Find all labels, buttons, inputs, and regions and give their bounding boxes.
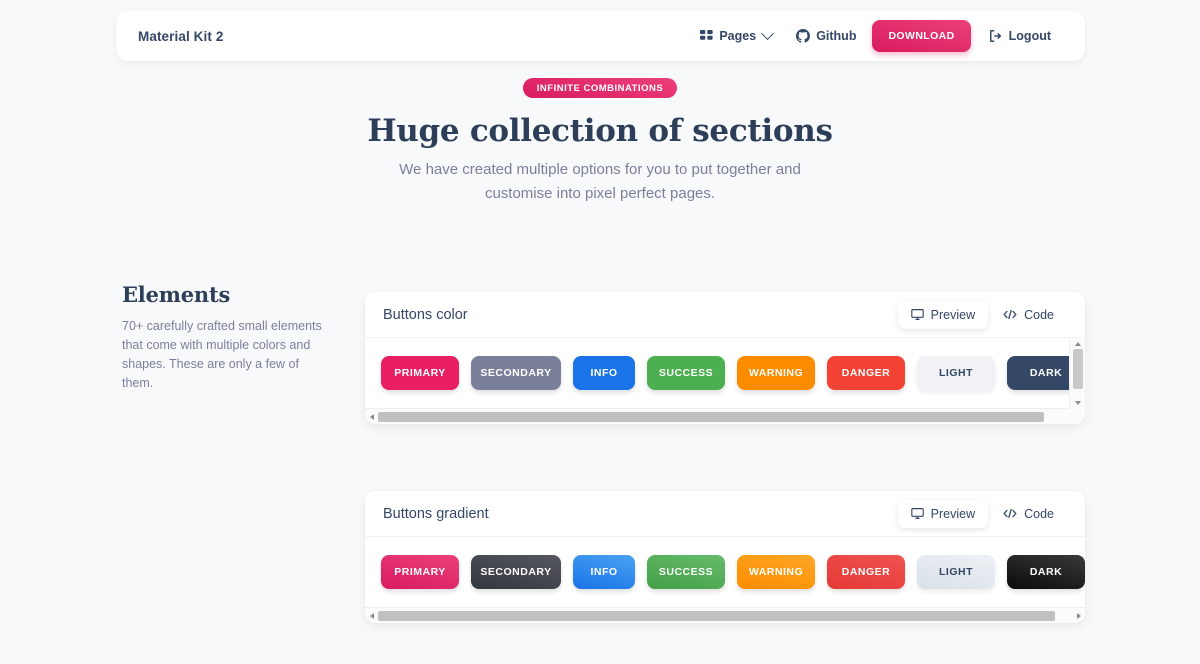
preview-pane: PRIMARY SECONDARY INFO SUCCESS WARNING D… (365, 537, 1085, 623)
logout-icon (989, 29, 1003, 43)
button-danger[interactable]: DANGER (827, 555, 905, 589)
brand-logo[interactable]: Material Kit 2 (138, 29, 223, 44)
button-info[interactable]: INFO (573, 356, 635, 390)
card-header: Buttons gradient Preview (365, 491, 1085, 537)
code-icon (1003, 308, 1017, 321)
buttons-row: PRIMARY SECONDARY INFO SUCCESS WARNING D… (365, 338, 1069, 408)
chevron-down-icon (761, 27, 774, 40)
tab-preview-label: Preview (931, 507, 975, 521)
navbar-actions: Pages Github DOWNLOAD Logout (688, 20, 1063, 52)
button-warning[interactable]: WARNING (737, 356, 815, 390)
card-tabs: Preview Code (898, 500, 1067, 528)
horizontal-scroll-track[interactable] (378, 608, 1072, 624)
scroll-right-arrow-icon[interactable] (1072, 608, 1085, 624)
monitor-icon (911, 507, 924, 520)
button-dark[interactable]: DARK (1007, 356, 1069, 390)
scrollbar-corner (1069, 408, 1085, 424)
vertical-scrollbar[interactable] (1069, 338, 1085, 408)
tab-code[interactable]: Code (990, 500, 1067, 528)
github-icon (796, 29, 810, 43)
button-dark[interactable]: DARK (1007, 555, 1085, 589)
card-buttons-gradient: Buttons gradient Preview (365, 491, 1085, 623)
preview-pane: PRIMARY SECONDARY INFO SUCCESS WARNING D… (365, 338, 1085, 424)
buttons-row: PRIMARY SECONDARY INFO SUCCESS WARNING D… (365, 537, 1085, 607)
tab-preview[interactable]: Preview (898, 500, 988, 528)
button-danger[interactable]: DANGER (827, 356, 905, 390)
card-tabs: Preview Code (898, 301, 1067, 329)
tab-preview-label: Preview (931, 308, 975, 322)
card-title: Buttons gradient (383, 506, 489, 522)
nav-item-github-label: Github (816, 29, 856, 43)
scroll-up-arrow-icon[interactable] (1070, 338, 1085, 349)
nav-item-logout[interactable]: Logout (977, 23, 1063, 49)
button-primary[interactable]: PRIMARY (381, 356, 459, 390)
vertical-scroll-thumb[interactable] (1073, 349, 1083, 389)
button-success[interactable]: SUCCESS (647, 356, 725, 390)
horizontal-scrollbar[interactable] (365, 408, 1085, 424)
scroll-left-arrow-icon[interactable] (365, 409, 378, 425)
page-title: Huge collection of sections (0, 113, 1200, 149)
top-navbar: Material Kit 2 Pages Github DOW (116, 11, 1085, 61)
button-secondary[interactable]: SECONDARY (471, 356, 561, 390)
horizontal-scrollbar[interactable] (365, 607, 1085, 623)
button-warning[interactable]: WARNING (737, 555, 815, 589)
elements-description: 70+ carefully crafted small elements tha… (122, 317, 332, 393)
monitor-icon (911, 308, 924, 321)
horizontal-scroll-thumb[interactable] (378, 611, 1055, 621)
nav-item-github[interactable]: Github (784, 23, 868, 49)
card-title: Buttons color (383, 307, 468, 323)
hero-subtitle: We have created multiple options for you… (390, 158, 810, 206)
card-header: Buttons color Preview (365, 292, 1085, 338)
hero-section: INFINITE COMBINATIONS Huge collection of… (0, 78, 1200, 206)
horizontal-scroll-thumb[interactable] (378, 412, 1044, 422)
tab-code[interactable]: Code (990, 301, 1067, 329)
horizontal-scroll-track[interactable] (378, 409, 1072, 425)
tab-preview[interactable]: Preview (898, 301, 988, 329)
nav-item-pages[interactable]: Pages (688, 23, 784, 49)
elements-column: Elements 70+ carefully crafted small ele… (122, 282, 332, 393)
grid-icon (700, 30, 713, 43)
card-buttons-color: Buttons color Preview (365, 292, 1085, 424)
code-icon (1003, 507, 1017, 520)
button-light[interactable]: LIGHT (917, 356, 995, 390)
button-info[interactable]: INFO (573, 555, 635, 589)
tab-code-label: Code (1024, 507, 1054, 521)
button-light[interactable]: LIGHT (917, 555, 995, 589)
elements-heading: Elements (122, 282, 332, 307)
download-button[interactable]: DOWNLOAD (872, 20, 970, 52)
scroll-down-arrow-icon[interactable] (1070, 397, 1085, 408)
hero-badge: INFINITE COMBINATIONS (523, 78, 677, 98)
scroll-left-arrow-icon[interactable] (365, 608, 378, 624)
nav-item-logout-label: Logout (1009, 29, 1051, 43)
button-primary[interactable]: PRIMARY (381, 555, 459, 589)
nav-item-pages-label: Pages (719, 29, 756, 43)
tab-code-label: Code (1024, 308, 1054, 322)
button-secondary[interactable]: SECONDARY (471, 555, 561, 589)
button-success[interactable]: SUCCESS (647, 555, 725, 589)
